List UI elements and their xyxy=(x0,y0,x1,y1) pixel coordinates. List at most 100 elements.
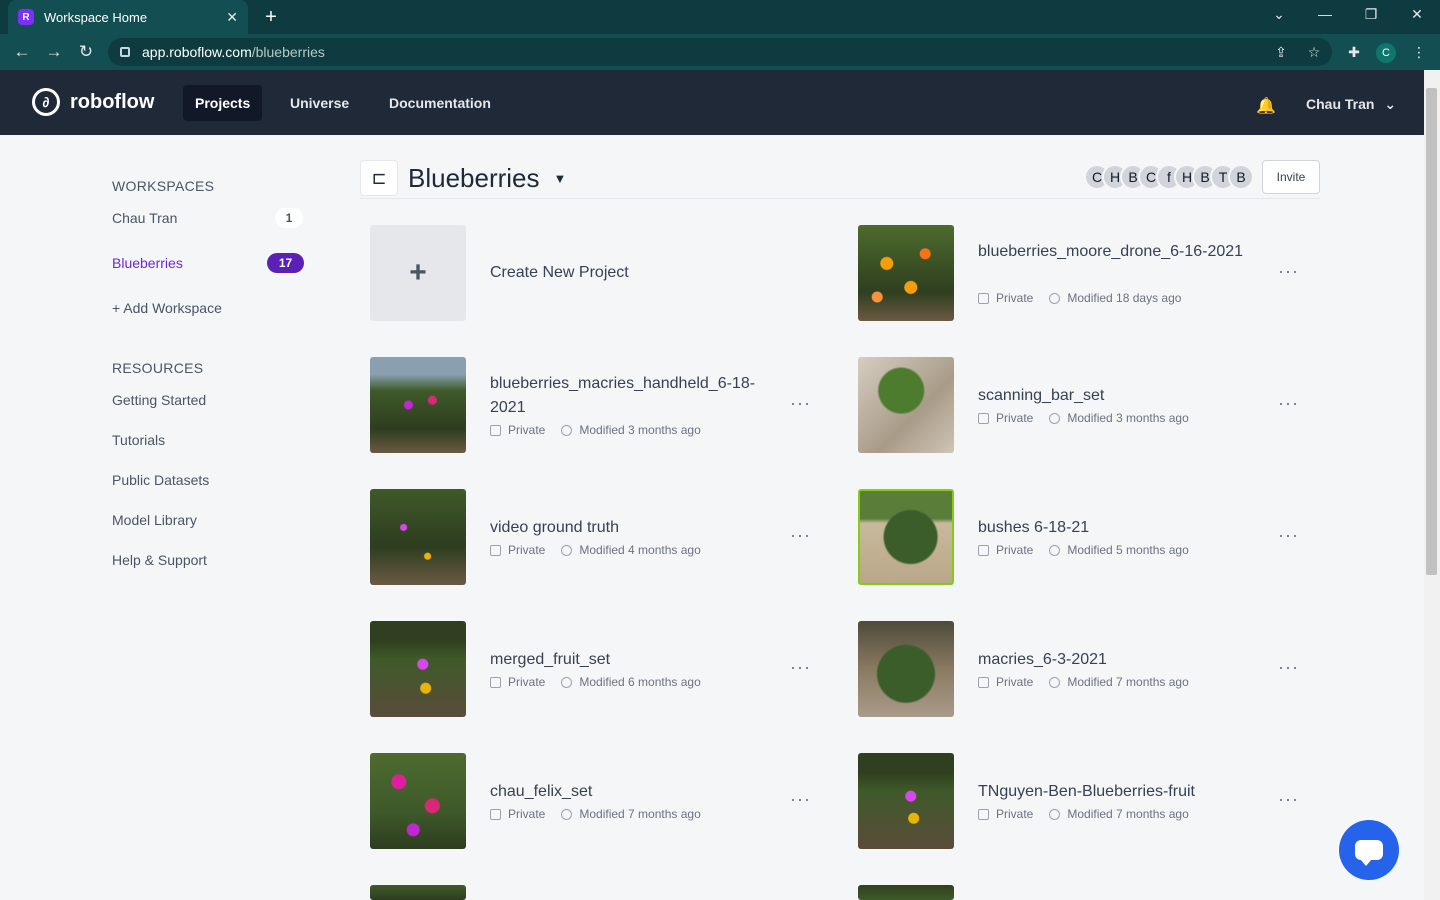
roboflow-logo[interactable]: ∂ roboflow xyxy=(32,88,154,116)
address-bar[interactable]: app.roboflow.com/blueberries xyxy=(108,38,1332,66)
project-name[interactable]: TNguyen-Ben-Blueberries-fruit xyxy=(978,780,1248,804)
resource-tutorials[interactable]: Tutorials xyxy=(112,432,165,448)
project-card[interactable]: blueberries_macries_handheld_6-18-2021 P… xyxy=(370,357,830,453)
project-meta: Private Modified 3 months ago xyxy=(490,423,701,437)
project-name[interactable]: blueberries_macries_handheld_6-18-2021 xyxy=(490,372,760,420)
lock-icon xyxy=(978,292,989,304)
workspace-title: Blueberries xyxy=(408,162,540,193)
more-options-icon[interactable]: ··· xyxy=(790,525,811,546)
lock-icon xyxy=(490,424,501,436)
project-card[interactable]: video ground truth Private Modified 4 mo… xyxy=(370,489,830,585)
sidebar-workspace-blueberries[interactable]: Blueberries xyxy=(112,255,183,271)
more-options-icon[interactable]: ··· xyxy=(1278,393,1299,414)
back-arrow-icon[interactable]: ← xyxy=(12,42,32,62)
member-avatars[interactable]: C H B C f H B T B xyxy=(1084,164,1254,190)
nav-universe[interactable]: Universe xyxy=(278,85,361,121)
minimize-icon[interactable]: — xyxy=(1313,6,1337,22)
new-tab-plus-icon[interactable]: + xyxy=(260,6,282,28)
avatar: B xyxy=(1228,164,1254,190)
chat-bubble-icon xyxy=(1355,840,1383,866)
add-workspace-link[interactable]: + Add Workspace xyxy=(112,300,222,316)
browser-profile-avatar[interactable]: C xyxy=(1376,43,1396,63)
restore-icon[interactable]: ❐ xyxy=(1359,6,1383,23)
project-modified: Modified 6 months ago xyxy=(579,675,701,689)
project-modified: Modified 7 months ago xyxy=(579,807,701,821)
project-name[interactable]: chau_felix_set xyxy=(490,780,760,804)
project-card[interactable]: chau_felix_set Private Modified 7 months… xyxy=(370,753,830,849)
project-thumbnail xyxy=(370,357,466,453)
create-project-plus-icon[interactable]: + xyxy=(370,225,466,321)
project-meta: Private Modified 3 months ago xyxy=(978,411,1189,425)
resource-public-datasets[interactable]: Public Datasets xyxy=(112,472,209,488)
sidebar-workspace-chau-tran[interactable]: Chau Tran xyxy=(112,210,177,226)
chat-button[interactable] xyxy=(1339,820,1399,880)
project-name[interactable]: video ground truth xyxy=(490,516,760,540)
project-card[interactable]: merged_fruit_set Private Modified 6 mont… xyxy=(370,621,830,717)
more-options-icon[interactable]: ··· xyxy=(1278,789,1299,810)
star-icon[interactable]: ☆ xyxy=(1305,43,1323,61)
workspace-switcher[interactable]: ⊏ Blueberries ▼ xyxy=(360,160,566,196)
more-options-icon[interactable]: ··· xyxy=(1278,525,1299,546)
more-options-icon[interactable]: ··· xyxy=(790,789,811,810)
clock-icon xyxy=(1049,292,1061,304)
project-name[interactable]: merged_fruit_set xyxy=(490,648,760,672)
more-options-icon[interactable]: ··· xyxy=(1278,261,1299,282)
window-close-icon[interactable]: ✕ xyxy=(1405,6,1429,23)
nav-projects[interactable]: Projects xyxy=(183,85,263,121)
project-visibility: Private xyxy=(508,423,546,437)
roboflow-favicon-icon: R xyxy=(18,9,34,25)
project-name[interactable]: scanning_bar_set xyxy=(978,384,1248,408)
tab-search-chevron-icon[interactable]: ⌄ xyxy=(1267,6,1291,23)
browser-toolbar: ← → ↻ app.roboflow.com/blueberries ⇪ ☆ ✚… xyxy=(0,34,1440,70)
kebab-menu-icon[interactable]: ⋮ xyxy=(1410,43,1428,61)
project-card[interactable]: scanning_bar_set Private Modified 3 mont… xyxy=(858,357,1318,453)
more-options-icon[interactable]: ··· xyxy=(790,657,811,678)
resource-help-support[interactable]: Help & Support xyxy=(112,552,207,568)
project-thumbnail xyxy=(858,357,954,453)
project-thumbnail xyxy=(370,885,466,900)
project-modified: Modified 3 months ago xyxy=(579,423,701,437)
project-thumbnail xyxy=(370,621,466,717)
bell-icon[interactable]: 🔔 xyxy=(1256,97,1276,117)
clock-icon xyxy=(1049,412,1061,424)
more-options-icon[interactable]: ··· xyxy=(1278,657,1299,678)
app-header: ∂ roboflow Projects Universe Documentati… xyxy=(0,70,1424,135)
invite-button[interactable]: Invite xyxy=(1262,160,1320,194)
reload-icon[interactable]: ↻ xyxy=(76,42,96,62)
project-meta: Private Modified 5 months ago xyxy=(978,543,1189,557)
project-thumbnail xyxy=(858,225,954,321)
project-visibility: Private xyxy=(996,291,1034,305)
project-card[interactable]: blueberries_moore_drone_6-16-2021 Privat… xyxy=(858,225,1318,321)
more-options-icon[interactable]: ··· xyxy=(790,393,811,414)
lock-icon xyxy=(978,808,989,820)
lock-icon xyxy=(978,544,989,556)
project-thumbnail xyxy=(858,489,954,585)
project-name[interactable]: bushes 6-18-21 xyxy=(978,516,1248,540)
resource-getting-started[interactable]: Getting Started xyxy=(112,392,206,408)
nav-documentation[interactable]: Documentation xyxy=(377,85,503,121)
project-name[interactable]: macries_6-3-2021 xyxy=(978,648,1248,672)
forward-arrow-icon[interactable]: → xyxy=(44,42,64,62)
project-card[interactable]: bushes 6-18-21 Private Modified 5 months… xyxy=(858,489,1318,585)
project-thumbnail xyxy=(858,621,954,717)
project-name[interactable]: blueberries_moore_drone_6-16-2021 xyxy=(978,240,1248,264)
clock-icon xyxy=(1049,544,1061,556)
create-project-label[interactable]: Create New Project xyxy=(490,264,629,282)
extensions-puzzle-icon[interactable]: ✚ xyxy=(1345,43,1363,61)
close-icon[interactable]: ✕ xyxy=(226,9,238,26)
resource-model-library[interactable]: Model Library xyxy=(112,512,197,528)
resources-heading: RESOURCES xyxy=(112,360,204,376)
project-card[interactable]: macries_6-3-2021 Private Modified 7 mont… xyxy=(858,621,1318,717)
project-modified: Modified 3 months ago xyxy=(1067,411,1189,425)
browser-tab[interactable]: R Workspace Home ✕ xyxy=(8,0,248,34)
project-meta: Private Modified 6 months ago xyxy=(490,675,701,689)
user-menu[interactable]: Chau Tran ⌄ xyxy=(1306,96,1396,113)
project-visibility: Private xyxy=(508,807,546,821)
project-card[interactable]: TNguyen-Ben-Blueberries-fruit Private Mo… xyxy=(858,753,1318,849)
clock-icon xyxy=(561,676,573,688)
lock-icon xyxy=(490,544,501,556)
scrollbar-thumb[interactable] xyxy=(1426,88,1437,575)
share-icon[interactable]: ⇪ xyxy=(1272,43,1290,61)
lock-icon xyxy=(978,412,989,424)
clock-icon xyxy=(561,808,573,820)
